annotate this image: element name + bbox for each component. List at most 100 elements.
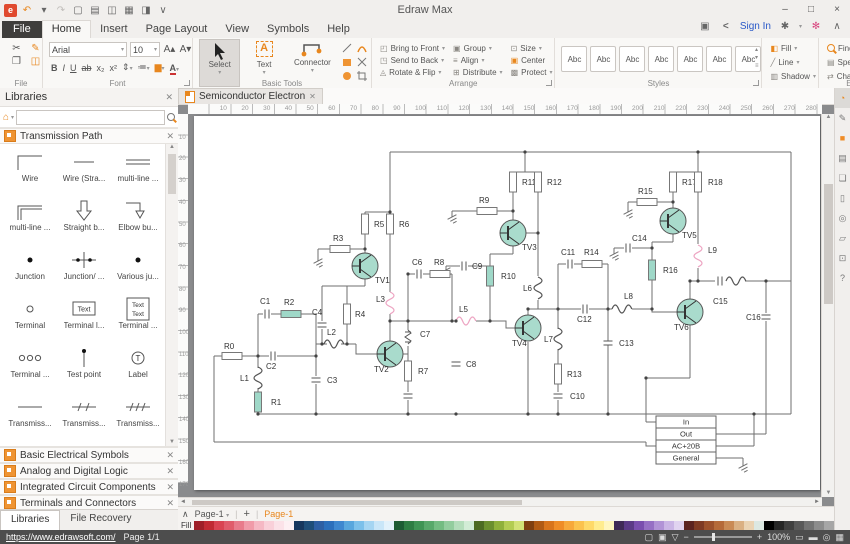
color-swatch[interactable]: [444, 521, 454, 530]
picture-icon[interactable]: ▤: [835, 148, 850, 168]
font-dialog-launcher[interactable]: [184, 80, 190, 86]
symbol-transmiss-[interactable]: Transmiss...: [58, 395, 110, 441]
font-size-select[interactable]: 10▾: [130, 42, 160, 57]
canvas-viewport[interactable]: R0L1R1C1R2C2C3L2R3R5R6TV1C4R4L3TV2C7R7C6…: [188, 114, 822, 497]
color-swatch[interactable]: [324, 521, 334, 530]
libraries-close-icon[interactable]: ✕: [165, 92, 173, 103]
font-name-select[interactable]: Arial▾: [49, 42, 127, 57]
home-caret-icon[interactable]: ▾: [11, 114, 14, 121]
component-c3[interactable]: [312, 378, 321, 382]
grow-font-icon[interactable]: A▴: [163, 44, 176, 55]
symbol-wire[interactable]: Wire: [4, 150, 56, 196]
shadow-button[interactable]: ▥Shadow▾: [768, 70, 818, 82]
sign-in-link[interactable]: Sign In: [740, 21, 771, 32]
menu-tab-help[interactable]: Help: [318, 21, 359, 38]
menu-tab-view[interactable]: View: [216, 21, 258, 38]
flower-icon[interactable]: ✻: [809, 21, 823, 32]
symbol-transmiss-[interactable]: Transmiss...: [112, 395, 164, 441]
color-swatch[interactable]: [804, 521, 814, 530]
symbol-various-ju-[interactable]: Various ju...: [112, 248, 164, 294]
color-swatch[interactable]: [364, 521, 374, 530]
fill-button[interactable]: ◧Fill▾: [768, 42, 818, 54]
close-button[interactable]: ×: [824, 1, 850, 20]
shape-style-1[interactable]: Abc: [561, 46, 587, 72]
zoom-out-icon[interactable]: −: [684, 532, 689, 542]
color-swatch[interactable]: [514, 521, 524, 530]
section-close-icon[interactable]: ✕: [166, 450, 174, 461]
line-spacing-button[interactable]: ⇕▾: [122, 62, 133, 73]
bullets-button[interactable]: ≔▾: [138, 62, 150, 73]
component-l9[interactable]: [694, 245, 702, 267]
color-swatch[interactable]: [224, 521, 234, 530]
color-swatch[interactable]: [484, 521, 494, 530]
component-c4[interactable]: [318, 323, 327, 327]
undo-caret-icon[interactable]: ▾: [37, 5, 51, 16]
new-file-icon[interactable]: ▢: [71, 5, 85, 16]
scroll-right-icon[interactable]: ►: [814, 499, 820, 505]
zoom-slider[interactable]: [694, 536, 752, 538]
color-swatch[interactable]: [474, 521, 484, 530]
color-swatch[interactable]: [784, 521, 794, 530]
component-l5[interactable]: [456, 317, 476, 325]
component-tv6[interactable]: [677, 299, 703, 325]
page-tab-active[interactable]: Page-1: [264, 509, 293, 519]
component-r13[interactable]: [555, 364, 562, 384]
library-search-input[interactable]: [16, 110, 165, 125]
gear-caret-icon[interactable]: ▾: [799, 23, 802, 30]
export-icon[interactable]: ▱: [835, 228, 850, 248]
component-r6[interactable]: [387, 214, 394, 234]
component-r11[interactable]: [510, 172, 517, 192]
grid-icon[interactable]: ▦: [835, 532, 844, 543]
tab-file-recovery[interactable]: File Recovery: [60, 510, 141, 530]
color-swatch[interactable]: [334, 521, 344, 530]
shape-style-4[interactable]: Abc: [648, 46, 674, 72]
tab-libraries[interactable]: Libraries: [0, 510, 60, 530]
menu-tab-insert[interactable]: Insert: [91, 21, 137, 38]
color-swatch[interactable]: [734, 521, 744, 530]
drawing-page[interactable]: R0L1R1C1R2C2C3L2R3R5R6TV1C4R4L3TV2C7R7C6…: [194, 116, 820, 490]
component-r12[interactable]: [535, 172, 542, 192]
color-swatch[interactable]: [434, 521, 444, 530]
component-c8[interactable]: [452, 362, 461, 366]
shape-style-6[interactable]: Abc: [706, 46, 732, 72]
shrink-font-icon[interactable]: A▾: [179, 44, 192, 55]
library-section-basic-electrical-symbols[interactable]: Basic Electrical Symbols✕: [0, 447, 178, 463]
component-r0[interactable]: [222, 353, 242, 360]
open-file-icon[interactable]: ▤: [88, 5, 102, 16]
color-swatch[interactable]: [744, 521, 754, 530]
undo-icon[interactable]: ↶: [20, 5, 34, 16]
symbol-junction-[interactable]: Junction/ ...: [58, 248, 110, 294]
component-r16[interactable]: [649, 260, 656, 280]
color-swatch[interactable]: [384, 521, 394, 530]
symbol-transmiss-[interactable]: Transmiss...: [4, 395, 56, 441]
library-section-transmission-path[interactable]: Transmission Path ✕: [0, 128, 178, 144]
symbol-label[interactable]: TLabel: [112, 346, 164, 392]
section-close-icon[interactable]: ✕: [166, 498, 174, 509]
symbol-junction[interactable]: Junction: [4, 248, 56, 294]
copy-icon[interactable]: ❐: [10, 56, 23, 67]
component-c1[interactable]: [265, 310, 269, 319]
color-swatch[interactable]: [594, 521, 604, 530]
component-c2[interactable]: [271, 352, 275, 361]
symbol-terminal-[interactable]: TextTextTerminal ...: [112, 297, 164, 343]
color-swatch[interactable]: [424, 521, 434, 530]
color-swatch[interactable]: [374, 521, 384, 530]
component-cap[interactable]: [404, 394, 413, 398]
fit-width-icon[interactable]: ▭: [795, 532, 804, 543]
color-swatch[interactable]: [584, 521, 594, 530]
color-swatch[interactable]: [544, 521, 554, 530]
component-r14[interactable]: [582, 261, 602, 268]
document-icon[interactable]: ▯: [835, 188, 850, 208]
send-to-back-button[interactable]: ◳Send to Back▾: [378, 54, 447, 66]
component-l1[interactable]: [254, 367, 262, 389]
component-c6[interactable]: [417, 270, 421, 279]
magnifier-icon[interactable]: ◎: [823, 532, 831, 543]
component-l6[interactable]: [534, 277, 542, 299]
symbol-scrollbar[interactable]: ▲▼: [165, 144, 178, 446]
color-swatch[interactable]: [274, 521, 284, 530]
color-swatch[interactable]: [694, 521, 704, 530]
color-swatch[interactable]: [344, 521, 354, 530]
export-icon[interactable]: ◨: [139, 5, 153, 16]
find-replace-button[interactable]: Find & Replace: [825, 42, 850, 54]
component-r5[interactable]: [362, 214, 369, 234]
